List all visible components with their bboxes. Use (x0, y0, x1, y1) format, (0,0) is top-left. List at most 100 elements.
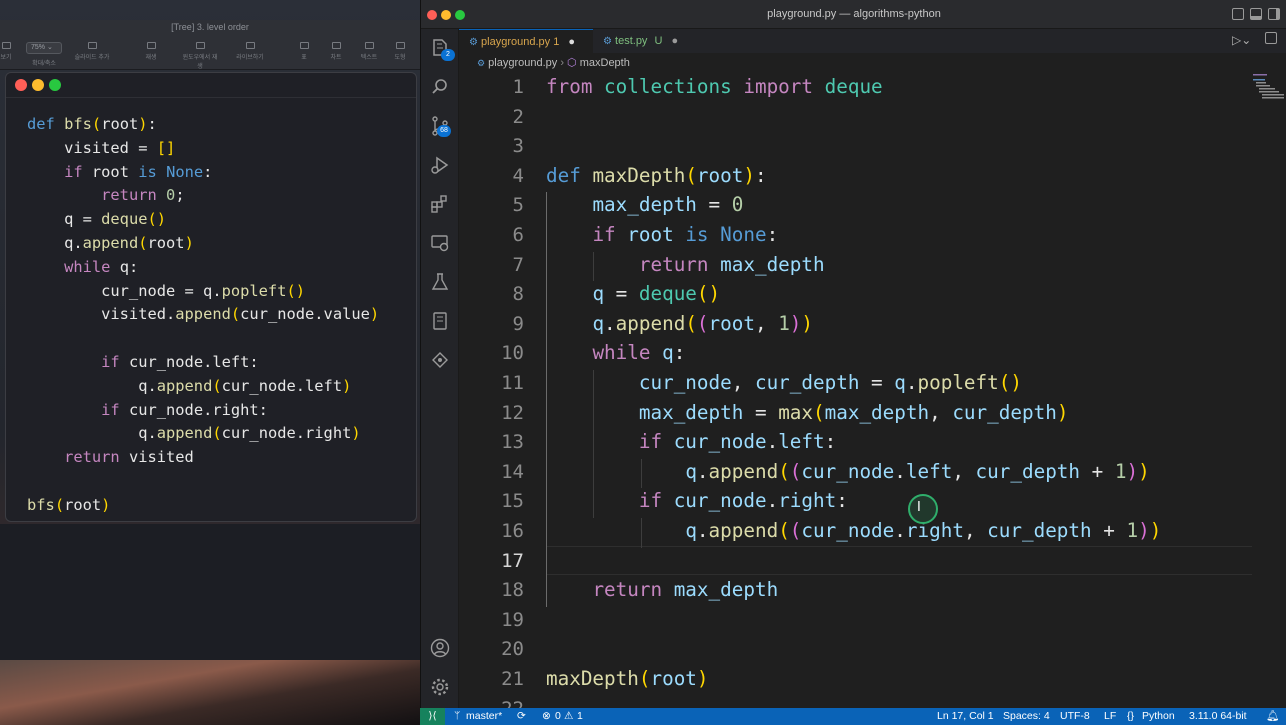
run-python-icon[interactable]: ▷⌄ (1232, 33, 1251, 47)
code-token: q (894, 371, 906, 394)
branch-icon[interactable]: ᛘ (454, 708, 460, 725)
indentation[interactable]: Spaces: 4 (1003, 708, 1050, 725)
code-token: q (685, 459, 697, 483)
cursor-position[interactable]: Ln 17, Col 1 (937, 708, 994, 725)
end-of-line[interactable]: LF (1104, 708, 1116, 725)
line-number: 21 (501, 668, 524, 690)
remote-indicator-icon[interactable]: ⟩⟨ (420, 708, 445, 725)
source-control-icon[interactable]: 68 (429, 115, 451, 137)
line-number: 8 (512, 283, 524, 306)
zoom-button[interactable] (49, 79, 61, 91)
braces-icon[interactable]: {} (1127, 708, 1134, 725)
dirty-dot-icon[interactable]: ● (568, 36, 575, 48)
testing-icon[interactable] (429, 271, 451, 293)
error-icon[interactable]: ⊗ (542, 708, 551, 725)
sync-icon[interactable]: ⟳ (517, 708, 526, 725)
code-line[interactable]: def maxDepth(root): (546, 164, 767, 187)
code-token: root (650, 667, 697, 690)
code-line[interactable]: q.append((cur_node.left, cur_depth + 1)) (546, 459, 1149, 483)
tab-test[interactable]: ⚙ test.py U ● (593, 29, 697, 53)
python-interpreter[interactable]: 3.11.0 64-bit (1189, 708, 1247, 725)
notifications-bell-icon[interactable]: 🔔︎ (1266, 708, 1279, 725)
extensions-icon[interactable] (429, 193, 451, 215)
explorer-icon[interactable]: 2 (429, 37, 455, 61)
dirty-dot-icon[interactable]: ● (672, 35, 679, 47)
code-token: left (905, 459, 953, 483)
code-line[interactable]: q.append((cur_node.right, cur_depth + 1)… (546, 519, 1161, 542)
breadcrumb-symbol[interactable]: maxDepth (580, 57, 630, 69)
warning-count[interactable]: 1 (577, 708, 583, 725)
tab-playground[interactable]: ⚙ playground.py 1 ● (459, 29, 593, 53)
breadcrumb-file[interactable]: playground.py (488, 57, 557, 69)
jupyter-icon[interactable] (429, 310, 451, 332)
branch-name[interactable]: master* (466, 708, 502, 725)
keynote-tool-button[interactable]: 라이브하기 (230, 42, 270, 61)
remote-explorer-icon[interactable] (429, 232, 451, 254)
code-token: max_depth (720, 252, 825, 276)
zoom-label: 확대/축소 (32, 61, 56, 67)
close-button[interactable] (15, 79, 27, 91)
search-icon[interactable] (429, 76, 451, 98)
gitlens-icon[interactable] (429, 349, 451, 371)
code-line[interactable]: return max_depth (546, 253, 825, 276)
python-file-icon: ⚙ (469, 37, 478, 48)
code-token: cur_depth (952, 400, 1057, 424)
code-token: ) (101, 495, 111, 514)
code-token: ) (696, 667, 709, 690)
code-token: append (156, 376, 213, 395)
code-line[interactable]: q.append((root, 1)) (546, 312, 813, 335)
code-line[interactable]: if cur_node.left: (546, 430, 836, 453)
zoom-select[interactable]: 75% ⌄ (26, 42, 62, 54)
warning-icon[interactable]: ⚠ (564, 708, 573, 725)
manage-gear-icon[interactable] (429, 676, 451, 698)
code-token: if (64, 162, 83, 181)
code-line[interactable]: return max_depth (546, 578, 778, 601)
code-token: ) (369, 305, 380, 324)
minimap[interactable] (1253, 72, 1286, 112)
error-count[interactable]: 0 (555, 708, 561, 725)
code-token: : (824, 430, 837, 454)
code-line[interactable]: cur_node, cur_depth = q.popleft() (546, 371, 1022, 394)
account-icon[interactable] (429, 637, 451, 659)
code-line[interactable]: maxDepth(root) (546, 667, 709, 690)
code-line[interactable]: while q: (546, 341, 685, 364)
code-token: ) (801, 311, 814, 335)
code-token: is (685, 223, 709, 246)
minimize-button[interactable] (32, 79, 44, 91)
code-token: ) (1149, 519, 1162, 542)
code-token: cur_node.left (221, 376, 343, 395)
code-line[interactable]: max_depth = 0 (546, 193, 743, 216)
code-token: ) (789, 311, 802, 335)
encoding[interactable]: UTF-8 (1060, 708, 1090, 725)
toggle-sidebar-icon[interactable] (1232, 8, 1244, 20)
code-line: q.append(cur_node.left) (27, 375, 379, 399)
line-number: 11 (501, 372, 524, 394)
line-number: 14 (501, 460, 524, 483)
code-token: ( (789, 459, 802, 483)
code-token: . (766, 430, 779, 454)
code-line[interactable]: if cur_node.right: (546, 489, 848, 512)
language-mode[interactable]: Python (1142, 708, 1175, 725)
keynote-tool-button[interactable]: 재생 (131, 42, 171, 61)
keynote-tool-button[interactable]: 슬라이드 추가 (72, 42, 112, 61)
toggle-secondary-sidebar-icon[interactable] (1268, 8, 1280, 20)
code-line[interactable]: if root is None: (546, 223, 778, 246)
run-debug-icon[interactable] (429, 154, 451, 176)
keynote-tool-button[interactable]: 보기 (0, 42, 26, 61)
split-editor-icon[interactable] (1265, 32, 1277, 44)
keynote-tool-button[interactable]: 윈도우에서 재생 (180, 42, 220, 70)
code-line[interactable]: max_depth = max(max_depth, cur_depth) (546, 400, 1069, 424)
keynote-tool-button[interactable]: 도형 (380, 42, 420, 61)
code-token: def (546, 163, 581, 187)
code-editor[interactable]: 12345678910111213141516171819202122 from… (459, 72, 1286, 708)
code-line[interactable]: from collections import deque (546, 75, 883, 98)
toggle-panel-icon[interactable] (1250, 8, 1262, 20)
code-token: max_depth (673, 578, 779, 602)
code-line[interactable]: q = deque() (546, 282, 720, 305)
code-area[interactable]: from collections import deque def maxDept… (546, 72, 1266, 708)
